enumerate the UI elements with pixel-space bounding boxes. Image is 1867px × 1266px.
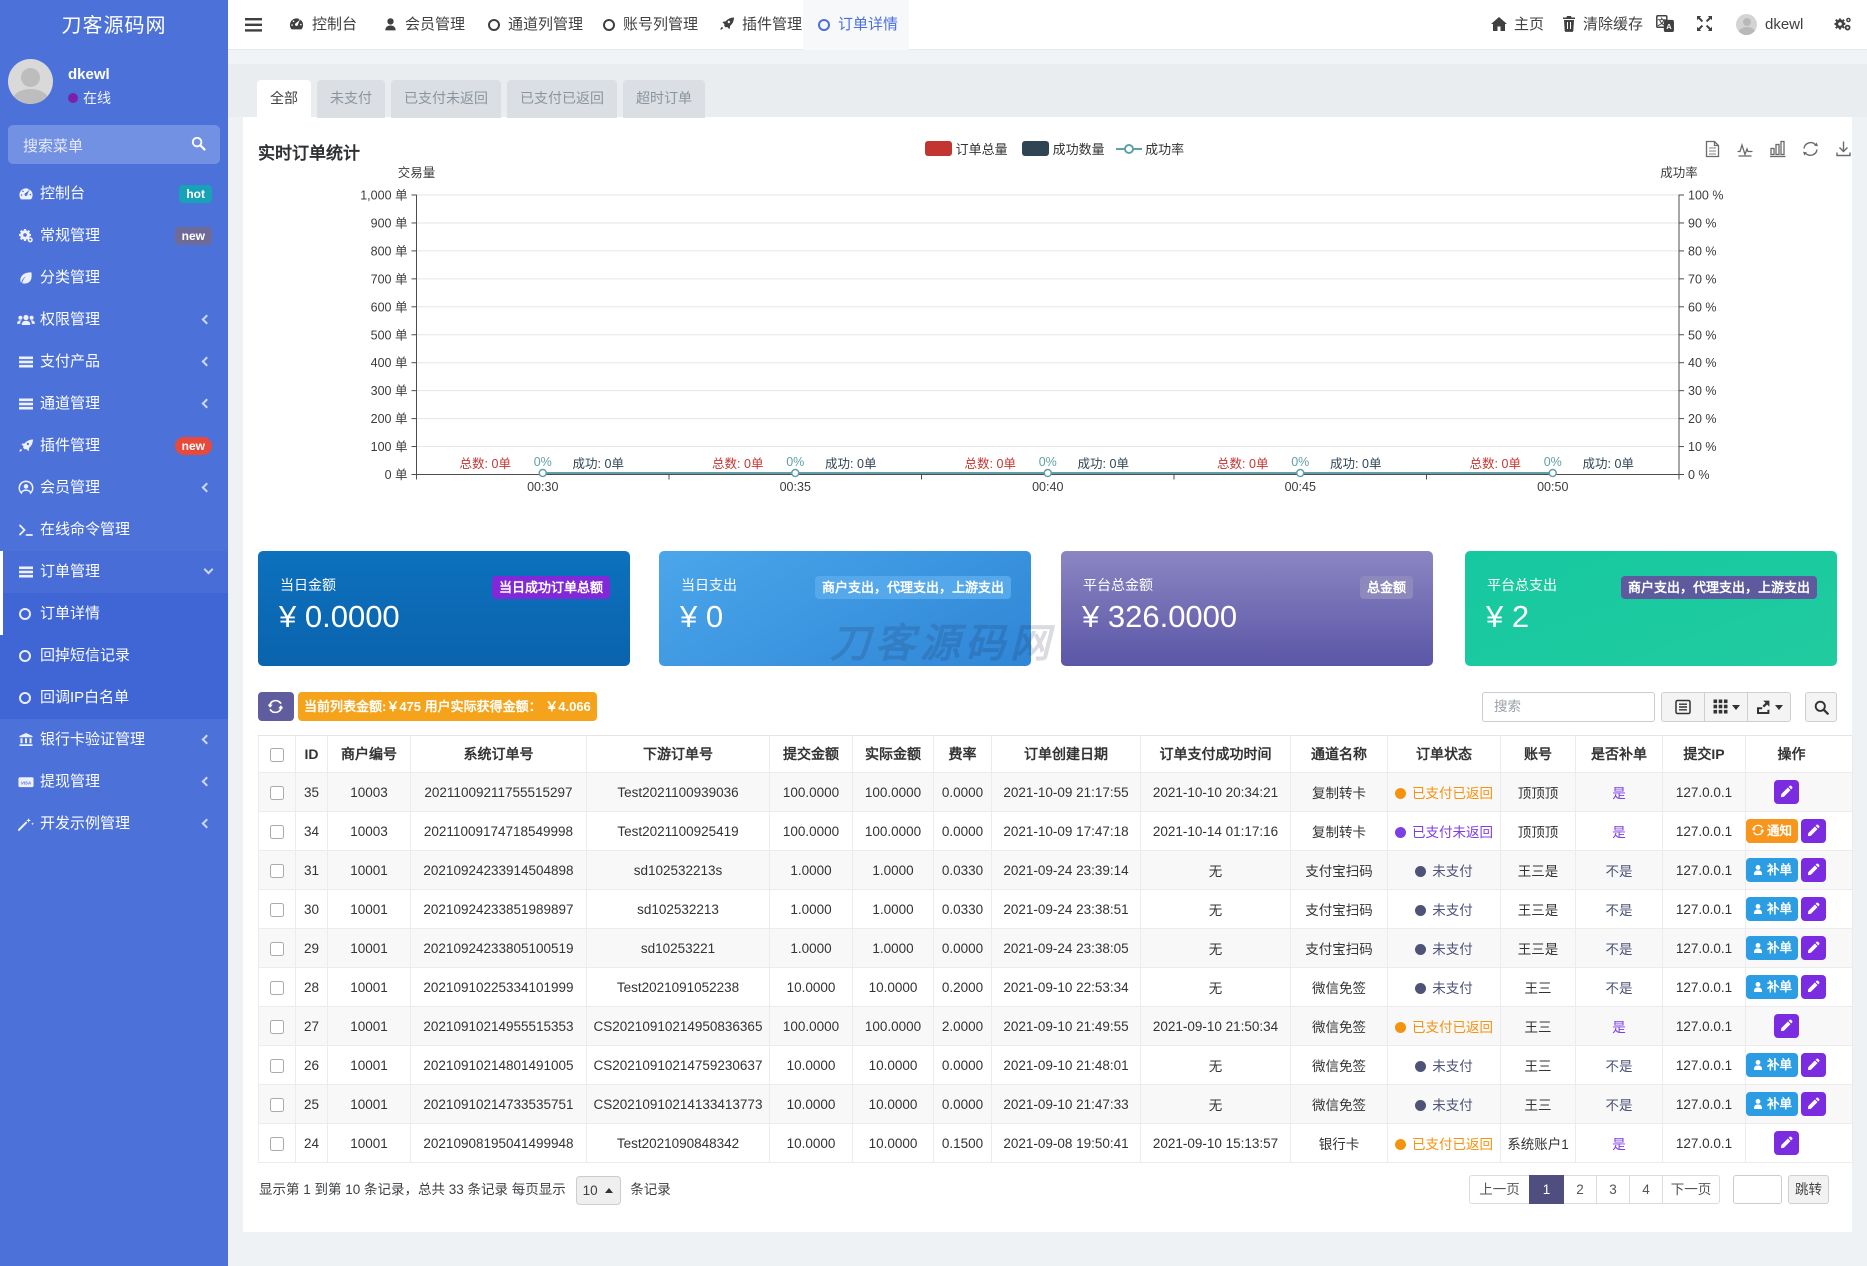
svg-text:60 %: 60 %: [1688, 300, 1717, 314]
svg-text:总数: 0单: 总数: 0单: [712, 456, 763, 471]
svg-text:0%: 0%: [1291, 455, 1309, 469]
svg-text:00:50: 00:50: [1537, 480, 1568, 494]
svg-text:400 单: 400 单: [371, 356, 408, 370]
svg-text:00:45: 00:45: [1285, 480, 1316, 494]
svg-text:300 单: 300 单: [371, 384, 408, 398]
svg-text:总数: 0单: 总数: 0单: [1217, 456, 1268, 471]
svg-text:交易量: 交易量: [398, 165, 436, 180]
svg-text:40 %: 40 %: [1688, 356, 1717, 370]
svg-text:0%: 0%: [786, 455, 804, 469]
svg-text:成功: 0单: 成功: 0单: [825, 457, 876, 471]
svg-text:10 %: 10 %: [1688, 440, 1717, 454]
svg-text:00:40: 00:40: [1032, 480, 1063, 494]
svg-text:0%: 0%: [1544, 455, 1562, 469]
svg-text:30 %: 30 %: [1688, 384, 1717, 398]
svg-text:80 %: 80 %: [1688, 244, 1717, 258]
svg-text:0 %: 0 %: [1688, 468, 1710, 482]
svg-text:50 %: 50 %: [1688, 328, 1717, 342]
svg-text:100 %: 100 %: [1688, 189, 1723, 203]
svg-text:0%: 0%: [534, 455, 552, 469]
svg-text:成功率: 成功率: [1660, 165, 1698, 180]
svg-text:900 单: 900 单: [371, 216, 408, 230]
svg-text:700 单: 700 单: [371, 272, 408, 286]
svg-text:总数: 0单: 总数: 0单: [460, 456, 511, 471]
svg-text:500 单: 500 单: [371, 328, 408, 342]
svg-text:成功: 0单: 成功: 0单: [1330, 457, 1381, 471]
svg-text:00:35: 00:35: [780, 480, 811, 494]
svg-text:800 单: 800 单: [371, 244, 408, 258]
svg-text:总数: 0单: 总数: 0单: [965, 456, 1016, 471]
svg-text:0 单: 0 单: [385, 468, 408, 482]
svg-text:70 %: 70 %: [1688, 272, 1717, 286]
svg-text:0%: 0%: [1039, 455, 1057, 469]
svg-text:00:30: 00:30: [527, 480, 558, 494]
svg-text:A: A: [1666, 22, 1672, 31]
svg-text:90 %: 90 %: [1688, 216, 1717, 230]
svg-text:1,000 单: 1,000 单: [360, 189, 407, 203]
svg-text:总数: 0单: 总数: 0单: [1470, 456, 1521, 471]
svg-text:成功: 0单: 成功: 0单: [1583, 457, 1634, 471]
svg-text:成功: 0单: 成功: 0单: [1078, 457, 1129, 471]
svg-text:100 单: 100 单: [371, 440, 408, 454]
svg-text:成功: 0单: 成功: 0单: [573, 457, 624, 471]
svg-text:20 %: 20 %: [1688, 412, 1717, 426]
svg-text:200 单: 200 单: [371, 412, 408, 426]
svg-text:600 单: 600 单: [371, 300, 408, 314]
svg-text:VISA: VISA: [21, 780, 31, 785]
